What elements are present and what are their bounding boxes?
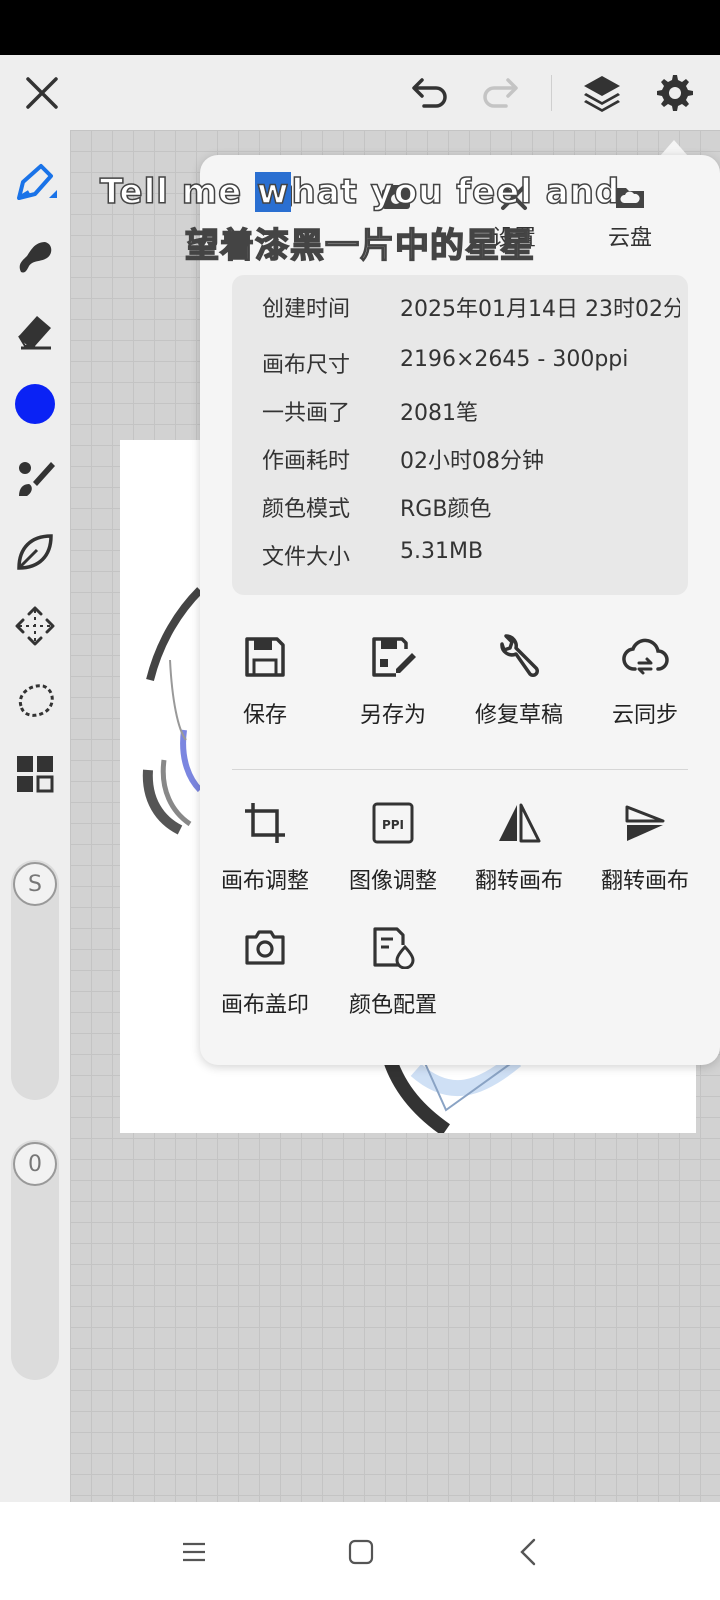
stamp-camera-icon (200, 919, 330, 975)
save-as-button[interactable]: 另存为 (328, 629, 458, 729)
undo-icon[interactable] (406, 69, 454, 117)
current-color-dot (15, 384, 55, 424)
section-divider (232, 769, 688, 770)
gear-icon[interactable] (649, 69, 697, 117)
back-icon[interactable] (504, 1528, 552, 1576)
canvas-stamp-button[interactable]: 画布盖印 (200, 919, 330, 1019)
flip-horizontal-icon (454, 795, 584, 851)
home-icon[interactable] (337, 1528, 385, 1576)
paintbrush-icon[interactable] (0, 450, 70, 506)
system-navigation-bar (0, 1502, 720, 1600)
menu-icon[interactable] (170, 1528, 218, 1576)
wrench-icon (454, 629, 584, 685)
move-icon[interactable] (0, 598, 70, 654)
ppi-icon: PPI (328, 795, 458, 851)
svg-text:PPI: PPI (382, 818, 404, 832)
size-slider-knob[interactable]: S (13, 862, 57, 906)
repair-draft-button[interactable]: 修复草稿 (454, 629, 584, 729)
redo-icon[interactable] (476, 69, 524, 117)
cloud-sync-icon (580, 629, 710, 685)
popup-pointer (660, 140, 688, 156)
status-bar (0, 0, 720, 55)
info-row-canvas-size: 画布尺寸 2196×2645 - 300ppi (262, 347, 629, 378)
leaf-icon[interactable] (0, 524, 70, 580)
subtitle-line-2: 望着漆黑一片中的星星 (184, 225, 535, 267)
flip-canvas-vertical-button[interactable]: 翻转画布 (580, 795, 710, 895)
lasso-icon[interactable] (0, 672, 70, 728)
info-row-file-size: 文件大小 5.31MB (262, 539, 484, 570)
image-adjust-button[interactable]: PPI 图像调整 (328, 795, 458, 895)
save-icon (200, 629, 330, 685)
info-row-duration: 作画耗时 02小时08分钟 (262, 449, 544, 474)
layers-icon[interactable] (578, 69, 626, 117)
info-row-color-mode: 颜色模式 RGB颜色 (262, 497, 492, 522)
grid-icon[interactable] (0, 746, 70, 802)
opacity-slider[interactable]: 0 (11, 1140, 59, 1380)
flip-canvas-horizontal-button[interactable]: 翻转画布 (454, 795, 584, 895)
tool-sidebar: S 0 (0, 130, 70, 1502)
color-config-icon (328, 919, 458, 975)
opacity-slider-knob[interactable]: 0 (13, 1142, 57, 1186)
save-as-icon (328, 629, 458, 685)
crop-icon (200, 795, 330, 851)
brush-size-slider[interactable]: S (11, 860, 59, 1100)
eraser-icon[interactable] (0, 302, 70, 358)
color-swatch[interactable] (0, 376, 70, 432)
top-toolbar (0, 55, 720, 130)
close-icon[interactable] (18, 69, 66, 117)
canvas-info-panel: 创建时间 2025年01月14日 23时02分 画布尺寸 2196×2645 -… (232, 275, 688, 595)
info-row-created: 创建时间 2025年01月14日 23时02分 (262, 297, 680, 322)
color-config-button[interactable]: 颜色配置 (328, 919, 458, 1019)
save-button[interactable]: 保存 (200, 629, 330, 729)
canvas-adjust-button[interactable]: 画布调整 (200, 795, 330, 895)
subtitle-line-1: Tell me what you feel and (99, 171, 621, 213)
cloud-sync-button[interactable]: 云同步 (580, 629, 710, 729)
info-row-strokes: 一共画了 2081笔 (262, 401, 478, 426)
flip-vertical-icon (580, 795, 710, 851)
toolbar-divider (551, 75, 552, 111)
canvas-settings-popup: 设置 云盘 创建时间 2025年01月14日 23时02分 画布尺寸 2196×… (200, 155, 720, 1065)
